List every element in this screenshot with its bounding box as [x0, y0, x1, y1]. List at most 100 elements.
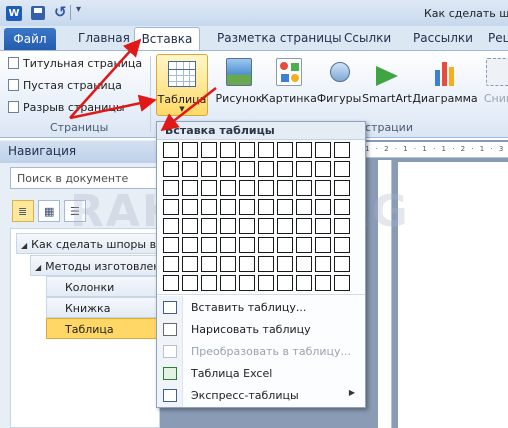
- table-grid-cell[interactable]: [296, 161, 312, 177]
- tab-home[interactable]: Главная: [78, 31, 130, 45]
- table-grid-cell[interactable]: [239, 275, 255, 291]
- table-grid-cell[interactable]: [182, 199, 198, 215]
- table-grid-cell[interactable]: [220, 275, 236, 291]
- table-grid-cell[interactable]: [182, 237, 198, 253]
- table-grid-cell[interactable]: [277, 218, 293, 234]
- table-grid-cell[interactable]: [163, 161, 179, 177]
- horizontal-ruler[interactable]: 1 · 2 · 1 · 1 · 1 · 2 · 1 · 3 · 1 · 4 · …: [365, 142, 508, 158]
- table-grid-cell[interactable]: [258, 275, 274, 291]
- table-grid-cell[interactable]: [163, 142, 179, 158]
- nav-heading-item[interactable]: Колонки: [46, 276, 160, 297]
- nav-heading-item-selected[interactable]: Таблица: [46, 318, 160, 339]
- table-grid-cell[interactable]: [258, 161, 274, 177]
- document-page[interactable]: [398, 162, 508, 428]
- table-grid-cell[interactable]: [182, 180, 198, 196]
- table-grid-cell[interactable]: [239, 161, 255, 177]
- table-grid-cell[interactable]: [258, 218, 274, 234]
- table-grid-cell[interactable]: [163, 180, 179, 196]
- picture-button[interactable]: Рисунок: [214, 56, 264, 116]
- table-grid-cell[interactable]: [182, 142, 198, 158]
- smartart-button[interactable]: SmartArt: [362, 56, 412, 116]
- nav-heading-item[interactable]: Книжка: [46, 297, 160, 318]
- table-grid-cell[interactable]: [258, 237, 274, 253]
- tab-review[interactable]: Рец: [488, 31, 508, 45]
- table-grid-cell[interactable]: [277, 256, 293, 272]
- table-grid-cell[interactable]: [201, 142, 217, 158]
- table-grid-cell[interactable]: [296, 275, 312, 291]
- table-grid-cell[interactable]: [258, 199, 274, 215]
- table-size-grid[interactable]: [163, 142, 350, 291]
- table-grid-cell[interactable]: [239, 180, 255, 196]
- table-grid-cell[interactable]: [201, 275, 217, 291]
- table-grid-cell[interactable]: [315, 180, 331, 196]
- excel-table-item[interactable]: Таблица Excel: [157, 363, 365, 385]
- table-grid-cell[interactable]: [201, 199, 217, 215]
- table-grid-cell[interactable]: [277, 199, 293, 215]
- tab-mailings[interactable]: Рассылки: [413, 31, 473, 45]
- insert-table-item[interactable]: Вставить таблицу...: [157, 297, 365, 319]
- table-grid-cell[interactable]: [220, 237, 236, 253]
- customize-qat-icon[interactable]: ▾: [76, 4, 81, 15]
- table-grid-cell[interactable]: [296, 218, 312, 234]
- tab-page-layout[interactable]: Разметка страницы: [217, 31, 342, 45]
- table-grid-cell[interactable]: [239, 199, 255, 215]
- table-grid-cell[interactable]: [296, 142, 312, 158]
- table-grid-cell[interactable]: [258, 256, 274, 272]
- table-grid-cell[interactable]: [277, 180, 293, 196]
- table-grid-cell[interactable]: [334, 275, 350, 291]
- tab-insert[interactable]: Вставка: [134, 27, 200, 52]
- nav-heading-item[interactable]: ◢ Методы изготовлен: [30, 255, 160, 276]
- table-grid-cell[interactable]: [315, 142, 331, 158]
- table-grid-cell[interactable]: [163, 275, 179, 291]
- table-grid-cell[interactable]: [201, 161, 217, 177]
- chart-button[interactable]: Диаграмма: [412, 56, 478, 116]
- table-grid-cell[interactable]: [182, 161, 198, 177]
- screenshot-button[interactable]: Сним: [474, 56, 508, 116]
- table-grid-cell[interactable]: [315, 199, 331, 215]
- quick-tables-item[interactable]: Экспресс-таблицы ▶: [157, 385, 365, 407]
- table-grid-cell[interactable]: [315, 218, 331, 234]
- table-grid-cell[interactable]: [277, 161, 293, 177]
- table-grid-cell[interactable]: [258, 180, 274, 196]
- table-grid-cell[interactable]: [163, 199, 179, 215]
- table-grid-cell[interactable]: [296, 237, 312, 253]
- table-grid-cell[interactable]: [296, 199, 312, 215]
- table-grid-cell[interactable]: [334, 256, 350, 272]
- table-grid-cell[interactable]: [163, 237, 179, 253]
- table-grid-cell[interactable]: [201, 256, 217, 272]
- table-button[interactable]: Таблица ▼: [156, 54, 208, 116]
- pages-view-tab[interactable]: ▦: [38, 200, 60, 222]
- table-grid-cell[interactable]: [315, 275, 331, 291]
- table-grid-cell[interactable]: [277, 275, 293, 291]
- table-grid-cell[interactable]: [334, 180, 350, 196]
- table-grid-cell[interactable]: [163, 256, 179, 272]
- table-grid-cell[interactable]: [277, 142, 293, 158]
- table-grid-cell[interactable]: [182, 218, 198, 234]
- table-grid-cell[interactable]: [315, 161, 331, 177]
- table-grid-cell[interactable]: [334, 161, 350, 177]
- table-grid-cell[interactable]: [296, 180, 312, 196]
- table-grid-cell[interactable]: [220, 180, 236, 196]
- draw-table-item[interactable]: Нарисовать таблицу: [157, 319, 365, 341]
- shapes-button[interactable]: Фигуры: [314, 56, 364, 116]
- table-grid-cell[interactable]: [315, 237, 331, 253]
- tab-file[interactable]: Файл: [4, 28, 56, 50]
- headings-view-tab[interactable]: ≣: [12, 200, 34, 222]
- table-grid-cell[interactable]: [334, 199, 350, 215]
- table-grid-cell[interactable]: [239, 237, 255, 253]
- table-grid-cell[interactable]: [220, 199, 236, 215]
- word-app-icon[interactable]: W: [6, 6, 22, 21]
- table-grid-cell[interactable]: [163, 218, 179, 234]
- table-grid-cell[interactable]: [239, 218, 255, 234]
- clipart-button[interactable]: Картинка: [261, 56, 317, 116]
- undo-icon[interactable]: ↺: [54, 3, 67, 21]
- table-grid-cell[interactable]: [334, 142, 350, 158]
- table-grid-cell[interactable]: [334, 237, 350, 253]
- page-break-button[interactable]: Разрыв страницы: [8, 101, 125, 114]
- table-grid-cell[interactable]: [201, 180, 217, 196]
- table-grid-cell[interactable]: [296, 256, 312, 272]
- table-grid-cell[interactable]: [315, 256, 331, 272]
- cover-page-button[interactable]: Титульная страница: [8, 57, 142, 70]
- table-grid-cell[interactable]: [220, 161, 236, 177]
- table-grid-cell[interactable]: [220, 218, 236, 234]
